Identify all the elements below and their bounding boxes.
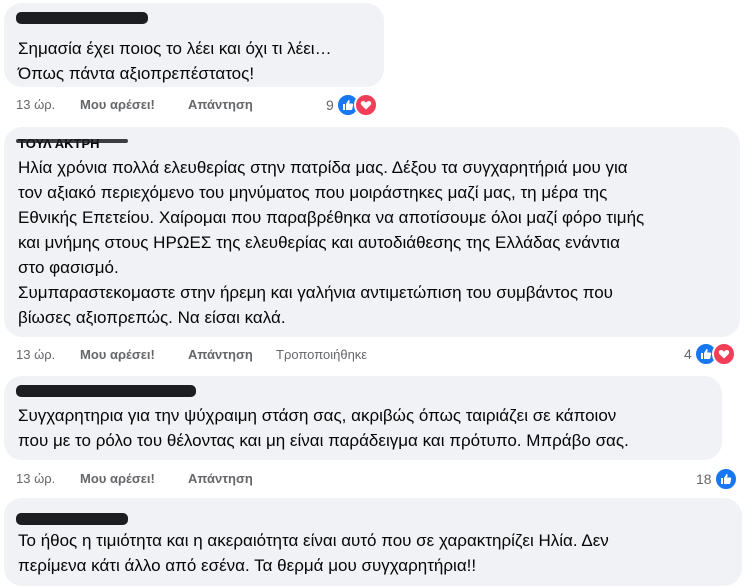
love-icon xyxy=(711,342,736,366)
comment-actions: 13 ώρ. Μου αρέσει! Απάντηση Τροποποιήθηκ… xyxy=(16,345,367,365)
reply-button[interactable]: Απάντηση xyxy=(188,345,276,365)
comment-bubble: ΤΟΥΛ ΑΚΤΡΗ Ηλία χρόνια πολλά ελευθερίας … xyxy=(4,127,740,337)
comment-bubble: Σημασία έχει ποιος το λέει και όχι τι λέ… xyxy=(4,3,384,87)
comment-bubble: Το ήθος η τιμιότητα και η ακεραιότητα εί… xyxy=(4,498,742,586)
reactions-summary[interactable]: 4 xyxy=(684,342,736,366)
edited-label[interactable]: Τροποποιήθηκε xyxy=(276,345,367,365)
redacted-author-name xyxy=(16,139,128,143)
comment-text: Το ήθος η τιμιότητα και η ακεραιότητα εί… xyxy=(18,531,609,575)
like-button[interactable]: Μου αρέσει! xyxy=(80,469,188,489)
reaction-count: 9 xyxy=(326,97,334,113)
like-button[interactable]: Μου αρέσει! xyxy=(80,345,188,365)
comment-actions: 13 ώρ. Μου αρέσει! Απάντηση xyxy=(16,95,276,115)
comment-timestamp[interactable]: 13 ώρ. xyxy=(16,469,80,489)
reactions-summary[interactable]: 9 xyxy=(326,93,378,117)
reaction-count: 18 xyxy=(696,471,712,487)
redacted-author-name xyxy=(16,513,128,525)
reply-button[interactable]: Απάντηση xyxy=(188,95,276,115)
comment-text: Σημασία έχει ποιος το λέει και όχι τι λέ… xyxy=(18,39,332,83)
redacted-author-name xyxy=(16,12,148,24)
redacted-author-name xyxy=(16,385,196,397)
comment-bubble: Συγχαρητηρια για την ψύχραιμη στάση σας,… xyxy=(4,376,722,460)
comment-text: Ηλία χρόνια πολλά ελευθερίας στην πατρίδ… xyxy=(18,158,645,327)
comment-text: Συγχαρητηρια για την ψύχραιμη στάση σας,… xyxy=(18,406,629,450)
reactions-summary[interactable]: 18 xyxy=(696,467,738,491)
like-button[interactable]: Μου αρέσει! xyxy=(80,95,188,115)
comment-timestamp[interactable]: 13 ώρ. xyxy=(16,345,80,365)
comment-actions: 13 ώρ. Μου αρέσει! Απάντηση xyxy=(16,469,276,489)
comment-timestamp[interactable]: 13 ώρ. xyxy=(16,95,80,115)
reaction-count: 4 xyxy=(684,346,692,362)
reply-button[interactable]: Απάντηση xyxy=(188,469,276,489)
like-icon xyxy=(713,467,738,491)
love-icon xyxy=(353,93,378,117)
